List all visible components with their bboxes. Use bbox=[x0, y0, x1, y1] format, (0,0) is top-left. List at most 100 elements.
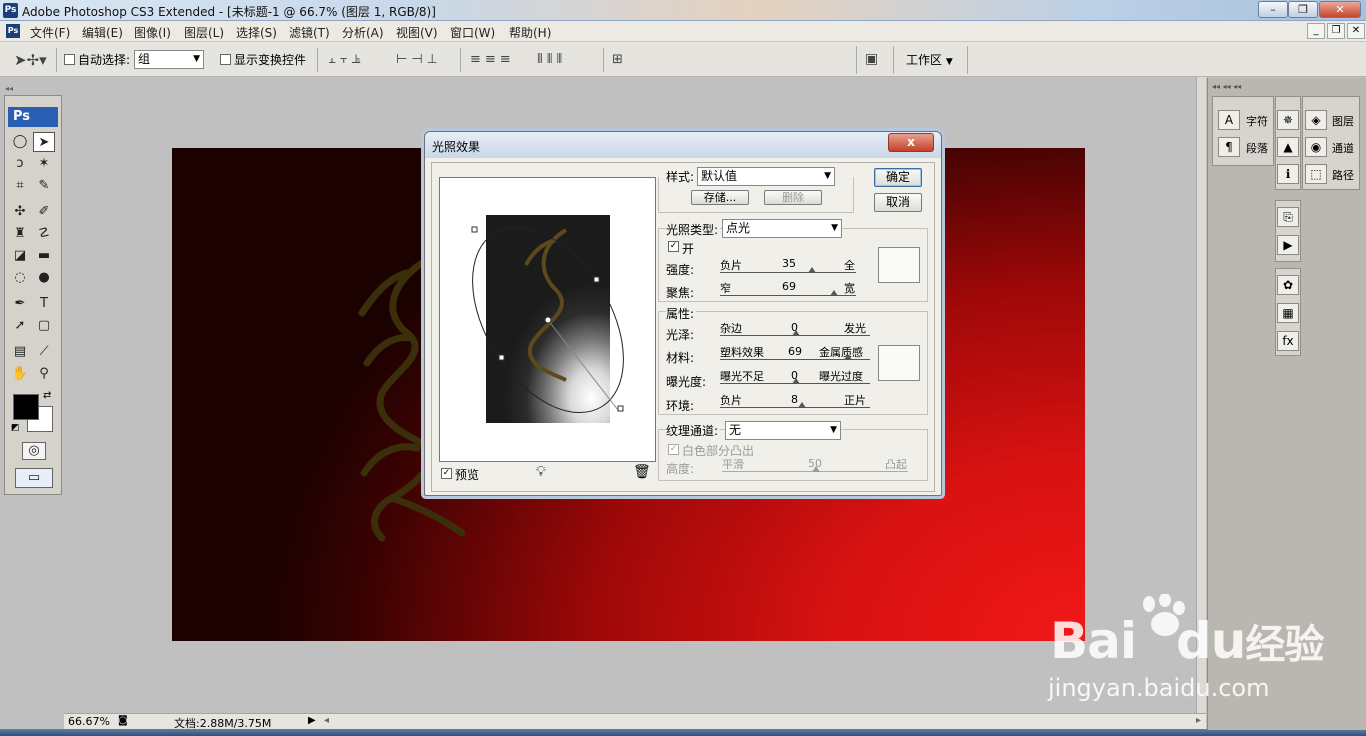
default-colors-icon[interactable]: ◩ bbox=[11, 423, 20, 433]
lasso-tool-icon[interactable]: ↄ bbox=[9, 154, 31, 174]
auto-select-checkbox[interactable] bbox=[64, 54, 75, 65]
minimize-button[interactable]: – bbox=[1258, 1, 1288, 18]
distribute-horizontal-icons[interactable]: ⦀⦀⦀ bbox=[537, 52, 566, 67]
swatches-icon[interactable]: ▦ bbox=[1277, 303, 1299, 323]
history-brush-icon[interactable]: ☡ bbox=[33, 224, 55, 244]
preview-icon[interactable]: ◙ bbox=[118, 715, 128, 726]
menu-analysis[interactable]: 分析(A) bbox=[342, 24, 384, 41]
healing-brush-icon[interactable]: ✣ bbox=[9, 202, 31, 222]
collapse-arrows-icon[interactable]: ◂◂ ◂◂ ◂◂ bbox=[1212, 82, 1241, 91]
dodge-tool-icon[interactable]: ● bbox=[33, 268, 55, 288]
light-bulb-icon[interactable]: 💡︎ bbox=[536, 464, 546, 480]
status-menu-arrow-icon[interactable]: ▶ bbox=[308, 715, 316, 726]
slice-tool-icon[interactable]: ✎ bbox=[33, 176, 55, 196]
menu-select[interactable]: 选择(S) bbox=[236, 24, 277, 41]
material-slider-thumb[interactable] bbox=[844, 354, 852, 360]
eraser-tool-icon[interactable]: ◪ bbox=[9, 246, 31, 266]
clone-stamp-icon[interactable]: ♜ bbox=[9, 224, 31, 244]
screen-mode-icon[interactable]: ▭ bbox=[15, 468, 53, 488]
paths-label[interactable]: 路径 bbox=[1332, 167, 1354, 183]
eyedropper-tool-icon[interactable]: ⟋ bbox=[33, 342, 55, 362]
menu-image[interactable]: 图像(I) bbox=[134, 24, 171, 41]
white-is-high-checkbox[interactable]: ✓ bbox=[668, 444, 679, 455]
paragraph-icon[interactable]: ¶ bbox=[1218, 137, 1240, 157]
marquee-tool-icon[interactable]: ◯ bbox=[9, 132, 31, 152]
close-window-button[interactable]: ✕ bbox=[1319, 1, 1361, 18]
height-slider-thumb[interactable] bbox=[812, 466, 820, 472]
light-color-swatch[interactable] bbox=[878, 247, 920, 283]
trash-icon[interactable]: 🗑︎ bbox=[633, 464, 651, 480]
move-tool-icon[interactable]: ➤ bbox=[33, 132, 55, 152]
character-label[interactable]: 字符 bbox=[1246, 113, 1268, 129]
brush-tool-icon[interactable]: ✐ bbox=[33, 202, 55, 222]
paragraph-label[interactable]: 段落 bbox=[1246, 140, 1268, 156]
focus-slider-thumb[interactable] bbox=[830, 290, 838, 296]
save-style-button[interactable]: 存储... bbox=[691, 190, 749, 205]
workspace-menu[interactable]: 工作区 ▼ bbox=[906, 51, 953, 68]
texture-channel-dropdown[interactable]: 无 ▼ bbox=[725, 421, 841, 440]
light-type-dropdown[interactable]: 点光 ▼ bbox=[722, 219, 842, 238]
intensity-slider-thumb[interactable] bbox=[808, 267, 816, 273]
maximize-button[interactable]: ❐ bbox=[1288, 1, 1318, 18]
swap-colors-icon[interactable]: ⇄ bbox=[43, 390, 51, 401]
channels-icon[interactable]: ◉ bbox=[1305, 137, 1327, 157]
menu-edit[interactable]: 编辑(E) bbox=[82, 24, 123, 41]
ambient-color-swatch[interactable] bbox=[878, 345, 920, 381]
crop-tool-icon[interactable]: ⌗ bbox=[9, 176, 31, 196]
menu-file[interactable]: 文件(F) bbox=[30, 24, 70, 41]
doc-restore-button[interactable]: ❐ bbox=[1327, 23, 1345, 39]
color-palette-icon[interactable]: ✿ bbox=[1277, 275, 1299, 295]
magic-wand-tool-icon[interactable]: ✶ bbox=[33, 154, 55, 174]
align-icons[interactable]: ⫠⫟⫡ bbox=[328, 52, 364, 67]
exposure-slider-thumb[interactable] bbox=[792, 378, 800, 384]
styles-fx-icon[interactable]: fx bbox=[1277, 331, 1299, 351]
dialog-close-button[interactable]: x bbox=[888, 133, 934, 152]
collapse-arrows-icon[interactable]: ◂◂ bbox=[5, 84, 63, 94]
delete-style-button[interactable]: 删除 bbox=[764, 190, 822, 205]
move-tool-preset-icon[interactable]: ➤✢▾ bbox=[14, 51, 47, 69]
layers-label[interactable]: 图层 bbox=[1332, 113, 1354, 129]
doc-close-button[interactable]: ✕ bbox=[1347, 23, 1365, 39]
path-selection-icon[interactable]: ➚ bbox=[9, 316, 31, 336]
channels-label[interactable]: 通道 bbox=[1332, 140, 1354, 156]
ok-button[interactable]: 确定 bbox=[874, 168, 922, 187]
pen-tool-icon[interactable]: ✒ bbox=[9, 294, 31, 314]
intensity-slider-track[interactable] bbox=[720, 272, 856, 273]
menu-filter[interactable]: 滤镜(T) bbox=[289, 24, 330, 41]
light-on-checkbox[interactable]: ✓ bbox=[668, 241, 679, 252]
info-icon[interactable]: ℹ bbox=[1277, 164, 1299, 184]
gloss-slider-thumb[interactable] bbox=[792, 330, 800, 336]
dialog-title-bar[interactable]: 光照效果 bbox=[425, 132, 941, 158]
actions-icon[interactable]: ▶ bbox=[1277, 235, 1299, 255]
menu-view[interactable]: 视图(V) bbox=[396, 24, 438, 41]
menu-window[interactable]: 窗口(W) bbox=[450, 24, 495, 41]
zoom-level[interactable]: 66.67% bbox=[68, 715, 110, 728]
shape-tool-icon[interactable]: ▢ bbox=[33, 316, 55, 336]
auto-align-icon[interactable]: ⊞ bbox=[612, 52, 623, 67]
light-ellipse[interactable] bbox=[440, 178, 657, 463]
blur-tool-icon[interactable]: ◌ bbox=[9, 268, 31, 288]
align-horizontal-icons[interactable]: ⊢⊣⊥ bbox=[396, 52, 442, 67]
navigator-icon[interactable]: ✵ bbox=[1277, 110, 1299, 130]
preview-checkbox[interactable]: ✓ bbox=[441, 468, 452, 479]
paths-icon[interactable]: ⬚ bbox=[1305, 164, 1327, 184]
toolbox-logo[interactable]: Ps bbox=[8, 107, 58, 127]
auto-select-dropdown[interactable]: 组 ▼ bbox=[134, 50, 204, 69]
quick-mask-icon[interactable]: ◎ bbox=[22, 442, 46, 460]
zoom-tool-icon[interactable]: ⚲ bbox=[33, 364, 55, 384]
cancel-button[interactable]: 取消 bbox=[874, 193, 922, 212]
distribute-vertical-icons[interactable]: ≡≡≡ bbox=[470, 52, 515, 67]
menu-layer[interactable]: 图层(L) bbox=[184, 24, 224, 41]
character-icon[interactable]: A bbox=[1218, 110, 1240, 130]
ambience-slider-thumb[interactable] bbox=[798, 402, 806, 408]
history-icon[interactable]: ⎘ bbox=[1277, 207, 1299, 227]
type-tool-icon[interactable]: T bbox=[33, 294, 55, 314]
preview-area[interactable] bbox=[439, 177, 656, 462]
hand-tool-icon[interactable]: ✋ bbox=[9, 364, 31, 384]
show-transform-checkbox[interactable] bbox=[220, 54, 231, 65]
gradient-tool-icon[interactable]: ▬ bbox=[33, 246, 55, 266]
doc-minimize-button[interactable]: _ bbox=[1307, 23, 1325, 39]
notes-tool-icon[interactable]: ▤ bbox=[9, 342, 31, 362]
layers-icon[interactable]: ◈ bbox=[1305, 110, 1327, 130]
foreground-color-swatch[interactable] bbox=[13, 394, 39, 420]
